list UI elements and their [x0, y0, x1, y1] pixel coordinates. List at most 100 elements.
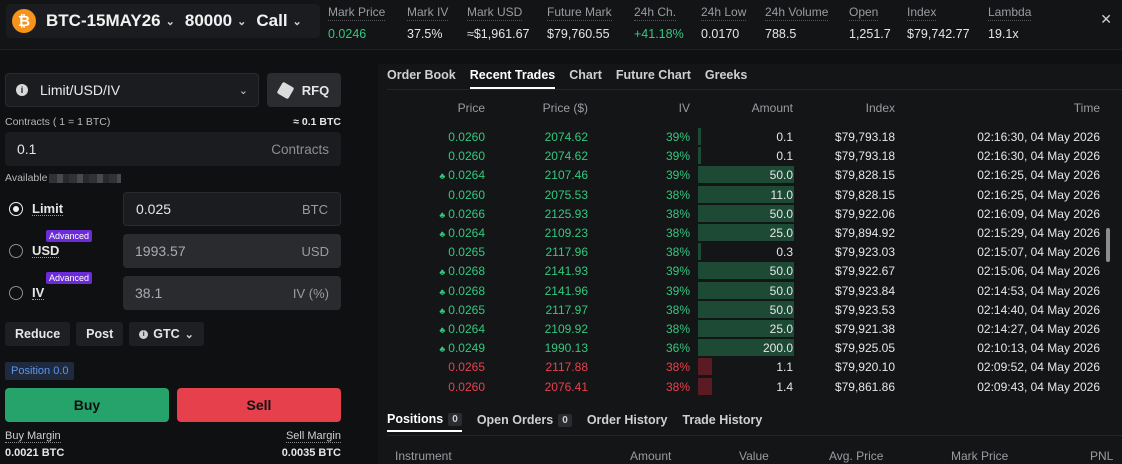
tab-greeks[interactable]: Greeks [705, 68, 747, 89]
trade-index: $79,894.92 [834, 226, 895, 240]
trade-time: 02:16:30, 04 May 2026 [977, 130, 1100, 144]
tab-order-history[interactable]: Order History [587, 412, 668, 432]
col-pnl: PNL [1090, 449, 1114, 463]
close-icon[interactable]: ✕ [1100, 11, 1112, 28]
col-price-usd: Price ($) [542, 101, 588, 115]
limit-price-input[interactable]: 0.025 BTC [123, 192, 341, 226]
trade-price: 0.0260 [448, 149, 485, 164]
info-icon: i [16, 84, 28, 96]
trade-iv: 38% [665, 322, 690, 336]
quantity-input[interactable]: 0.1 Contracts [5, 132, 341, 166]
trade-price: 0.0260 [448, 379, 485, 394]
usd-label: USD [32, 243, 60, 258]
bottom-tabs: Positions 0 Open Orders 0 Order History … [387, 412, 762, 432]
col-index: Index [865, 101, 895, 115]
block-trade-icon: ♣ [439, 325, 446, 335]
iv-input[interactable]: 38.1 IV (%) [123, 276, 341, 310]
block-trade-icon: ♣ [439, 171, 446, 182]
trade-price: ♣ 0.0266 [385, 207, 485, 221]
trade-time: 02:09:52, 04 May 2026 [977, 360, 1100, 375]
trade-price: ♣ 0.0249 [385, 341, 485, 355]
trade-index: $79,793.18 [834, 149, 895, 164]
iv-radio[interactable] [9, 286, 23, 300]
col-avg-price: Avg. Price [829, 449, 884, 463]
trade-index: $79,922.06 [834, 206, 895, 221]
trade-price: ♣ 0.0268 [385, 284, 485, 298]
scrollbar[interactable] [1106, 228, 1110, 262]
stat-lambda: Lambda 19.1x [988, 5, 1032, 41]
tab-chart[interactable]: Chart [569, 68, 602, 89]
trade-row: ♣ 0.0264 2109.23 38% 25.0 $79,894.92 02:15:29,… [378, 223, 1122, 242]
trade-amount: 200.0 [762, 341, 793, 356]
tab-open-orders[interactable]: Open Orders 0 [477, 412, 572, 432]
quantity-unit: Contracts [271, 141, 329, 157]
amount-depth-bar [698, 147, 701, 165]
tab-trade-history[interactable]: Trade History [682, 412, 762, 432]
col-time: Time [1073, 101, 1100, 115]
trade-time: 02:15:06, 04 May 2026 [977, 264, 1100, 279]
usd-price-input[interactable]: 1993.57 USD [123, 234, 341, 268]
contracts-btc-equivalent: ≈ 0.1 BTC [293, 116, 341, 128]
usd-radio[interactable] [9, 244, 23, 258]
open-orders-count: 0 [558, 413, 572, 427]
trade-price-usd: 2141.96 [544, 283, 588, 298]
buy-button[interactable]: Buy [5, 388, 169, 422]
reduce-only-toggle[interactable]: Reduce [5, 322, 71, 346]
contracts-label: Contracts ( 1 = 1 BTC) [5, 116, 111, 128]
trade-row: 0.0260 2075.53 38% 11.0 $79,828.15 02:16:25, … [378, 185, 1122, 204]
bottom-tabs-divider [387, 435, 1122, 436]
trade-index: $79,861.86 [834, 379, 895, 394]
order-type-dropdown[interactable]: i Limit/USD/IV ⌄ [5, 73, 259, 107]
trade-amount: 25.0 [769, 226, 793, 240]
stat-24h-volume: 24h Volume 788.5 [765, 5, 829, 41]
trade-price-usd: 2117.96 [545, 245, 589, 260]
trade-amount: 11.0 [770, 187, 793, 202]
trade-row: 0.0265 2117.88 38% 1.1 $79,920.10 02:09:52, 0… [378, 357, 1122, 376]
underlying-dropdown[interactable]: BTC-15MAY26 ⌄ [46, 11, 175, 31]
tab-recent-trades[interactable]: Recent Trades [469, 68, 556, 89]
trade-row: ♣ 0.0268 2141.96 39% 50.0 $79,923.84 02:14:53,… [378, 281, 1122, 300]
trade-row: 0.0260 2074.62 39% 0.1 $79,793.18 02:16:30, 0… [378, 146, 1122, 165]
trade-row: ♣ 0.0265 2117.97 38% 50.0 $79,923.53 02:14:40,… [378, 300, 1122, 319]
price-mode-iv: Advanced IV 38.1 IV (%) [5, 272, 341, 310]
trade-iv: 39% [665, 264, 690, 279]
trade-price: ♣ 0.0265 [385, 303, 485, 317]
trade-iv: 38% [665, 379, 690, 394]
tab-future-chart[interactable]: Future Chart [616, 68, 691, 89]
tab-positions[interactable]: Positions 0 [387, 412, 462, 432]
col-iv: IV [678, 101, 690, 115]
trade-iv: 36% [665, 341, 690, 356]
positions-count: 0 [448, 412, 462, 426]
trade-iv: 39% [665, 130, 690, 144]
stat-mark-iv: Mark IV 37.5% [407, 5, 449, 41]
advanced-badge: Advanced [46, 230, 93, 242]
sell-button[interactable]: Sell [177, 388, 341, 422]
trade-row: ♣ 0.0249 1990.13 36% 200.0 $79,925.05 02:10:13… [378, 338, 1122, 357]
strike-dropdown[interactable]: 80000 ⌄ [185, 11, 247, 31]
block-trade-icon: ♣ [439, 344, 446, 355]
strike-label: 80000 [184, 11, 233, 30]
trade-iv: 38% [665, 226, 690, 240]
trade-price: 0.0265 [448, 360, 485, 375]
instrument-selector[interactable]: ₿ BTC-15MAY26 ⌄ 80000 ⌄ Call ⌄ [6, 4, 320, 38]
col-price: Price [457, 101, 485, 115]
trade-price-usd: 2074.62 [544, 149, 588, 164]
chevron-down-icon: ⌄ [238, 84, 248, 97]
limit-radio[interactable] [9, 202, 23, 216]
post-only-toggle[interactable]: Post [76, 322, 124, 346]
trade-price-usd: 2076.41 [544, 379, 588, 394]
rfq-button[interactable]: RFQ [267, 73, 341, 107]
trade-row: 0.0260 2074.62 39% 0.1 $79,793.18 02:16:30, 0… [378, 127, 1122, 146]
stat-24h-change: 24h Ch. +41.18% [634, 5, 684, 41]
trade-row: ♣ 0.0264 2109.92 38% 25.0 $79,921.38 02:14:27,… [378, 319, 1122, 338]
trade-iv: 39% [665, 149, 690, 164]
market-tabs: Order Book Recent Trades Chart Future Ch… [387, 68, 747, 89]
tab-order-book[interactable]: Order Book [387, 68, 456, 89]
time-in-force-dropdown[interactable]: i GTC ⌄ [129, 322, 204, 346]
block-trade-icon: ♣ [439, 305, 446, 316]
trade-time: 02:16:25, 04 May 2026 [977, 187, 1100, 202]
stat-mark-usd: Mark USD ≈$1,961.67 [467, 5, 530, 41]
option-type-dropdown[interactable]: Call ⌄ [256, 11, 301, 31]
trade-iv: 38% [665, 206, 690, 221]
trade-price-usd: 2074.62 [544, 130, 588, 144]
